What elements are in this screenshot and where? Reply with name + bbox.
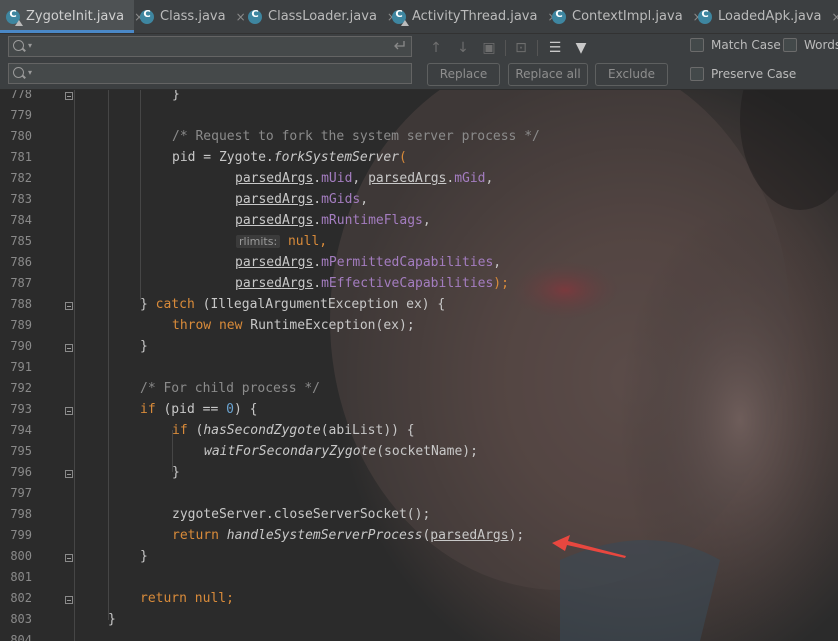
multiline-icon[interactable]: ⊡: [511, 38, 531, 58]
enter-icon[interactable]: [393, 40, 406, 51]
replace-input[interactable]: [37, 65, 357, 82]
code-line: parsedArgs.mRuntimeFlags,: [235, 213, 431, 228]
editor-tab-bar: ZygoteInit.java × Class.java × ClassLoad…: [0, 0, 838, 34]
history-dropdown-icon[interactable]: ▾: [28, 68, 32, 77]
code-line: pid = Zygote.forkSystemServer(: [172, 150, 407, 165]
code-area[interactable]: } /* Request to fork the system server p…: [0, 90, 838, 641]
tab-label: ClassLoader.java: [268, 9, 377, 24]
code-line: throw new RuntimeException(ex);: [172, 318, 415, 333]
next-occurrence-icon[interactable]: ↓: [453, 38, 473, 58]
checkbox-box: [690, 38, 704, 52]
java-class-icon: [698, 9, 712, 24]
code-line: }: [172, 465, 180, 480]
select-all-occurrences-icon[interactable]: ▣: [479, 38, 499, 58]
find-replace-panel: ▾ ↑ ↓ ▣ ⊡ ☰ ▼ Match Case Words ▾ Preserv…: [0, 34, 838, 90]
toolbar-divider: [505, 40, 506, 56]
java-class-icon: [140, 9, 154, 24]
history-dropdown-icon[interactable]: ▾: [28, 41, 32, 50]
tab-classloader[interactable]: ClassLoader.java ×: [242, 0, 397, 33]
code-line: /* Request to fork the system server pro…: [172, 129, 540, 144]
code-editor[interactable]: 778 779 780 781 782 783 784 785 786 787 …: [0, 90, 838, 641]
java-class-icon: [552, 9, 566, 24]
search-field[interactable]: ▾: [8, 36, 412, 57]
code-line: }: [140, 549, 148, 564]
replace-all-button[interactable]: Replace all: [508, 63, 588, 86]
tab-label: ZygoteInit.java: [26, 9, 125, 24]
search-icon: [13, 67, 24, 78]
code-line: parsedArgs.mUid, parsedArgs.mGid,: [235, 171, 494, 186]
filter-icon[interactable]: ▼: [571, 38, 591, 58]
java-class-icon: [392, 9, 409, 26]
tab-label: ContextImpl.java: [572, 9, 683, 24]
tab-class[interactable]: Class.java ×: [134, 0, 246, 33]
code-line: /* For child process */: [140, 381, 321, 396]
code-line: }: [108, 612, 116, 627]
code-line: } catch (IllegalArgumentException ex) {: [140, 297, 446, 312]
code-line: return handleSystemServerProcess(parsedA…: [172, 528, 525, 543]
words-label: Words: [804, 38, 838, 52]
parameter-hint: rlimits:: [236, 235, 281, 248]
exclude-button[interactable]: Exclude: [595, 63, 668, 86]
code-line: }: [172, 90, 180, 102]
replace-field[interactable]: ▾: [8, 63, 412, 84]
code-line: }: [140, 339, 148, 354]
java-class-icon: [6, 9, 23, 26]
replace-button[interactable]: Replace: [427, 63, 500, 86]
code-line: zygoteServer.closeServerSocket();: [172, 507, 431, 522]
search-icon: [13, 40, 24, 51]
code-line: parsedArgs.mEffectiveCapabilities);: [235, 276, 509, 291]
match-case-label: Match Case: [711, 38, 781, 52]
code-line: parsedArgs.mGids,: [235, 192, 369, 207]
checkbox-box: [783, 38, 797, 52]
checkbox-box: [690, 67, 704, 81]
code-line: waitForSecondaryZygote(socketName);: [204, 444, 478, 459]
annotation-arrow: [552, 535, 626, 558]
previous-occurrence-icon[interactable]: ↑: [426, 38, 446, 58]
tab-loadedapk[interactable]: LoadedApk.java ×: [692, 0, 838, 33]
code-line: if (pid == 0) {: [140, 402, 258, 417]
tab-contextimpl[interactable]: ContextImpl.java ×: [546, 0, 703, 33]
code-line: rlimits: null,: [236, 231, 327, 252]
show-filter-popup-icon[interactable]: ☰: [545, 38, 565, 58]
tab-label: ActivityThread.java: [412, 9, 538, 24]
tab-activitythread[interactable]: ActivityThread.java ×: [386, 0, 558, 33]
preserve-case-label: Preserve Case: [711, 67, 797, 81]
preserve-case-checkbox[interactable]: Preserve Case: [690, 67, 796, 81]
code-line: parsedArgs.mPermittedCapabilities,: [235, 255, 502, 270]
tab-label: Class.java: [160, 9, 226, 24]
words-checkbox[interactable]: Words: [783, 38, 838, 52]
toolbar-divider: [537, 40, 538, 56]
java-class-icon: [248, 9, 262, 24]
code-line: return null;: [140, 591, 234, 606]
match-case-checkbox[interactable]: Match Case: [690, 38, 781, 52]
tab-label: LoadedApk.java: [718, 9, 822, 24]
tab-zygoteinit[interactable]: ZygoteInit.java ×: [0, 0, 144, 33]
close-icon[interactable]: ×: [831, 10, 838, 24]
search-input[interactable]: [37, 38, 357, 55]
code-line: if (hasSecondZygote(abiList)) {: [172, 423, 415, 438]
